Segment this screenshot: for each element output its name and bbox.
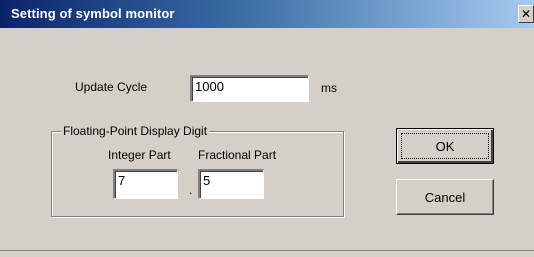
focus-rectangle [401, 133, 489, 159]
decimal-point-separator: . [189, 183, 193, 197]
fractional-part-input[interactable]: 5 [198, 169, 264, 199]
fractional-part-value: 5 [203, 173, 211, 188]
update-cycle-unit: ms [321, 81, 337, 95]
integer-part-label: Integer Part [108, 148, 171, 162]
display-digit-group-label: Floating-Point Display Digit [61, 124, 210, 138]
fractional-part-label: Fractional Part [198, 148, 277, 162]
update-cycle-value: 1000 [195, 79, 224, 94]
integer-part-input[interactable]: 7 [113, 169, 178, 199]
title-bar: Setting of symbol monitor ✕ [0, 0, 534, 28]
ok-button[interactable]: OK [396, 128, 494, 164]
cancel-button[interactable]: Cancel [396, 179, 494, 215]
window-title: Setting of symbol monitor [11, 6, 175, 21]
close-button[interactable]: ✕ [518, 5, 534, 23]
update-cycle-input[interactable]: 1000 [190, 75, 309, 102]
update-cycle-label: Update Cycle [75, 80, 148, 94]
integer-part-value: 7 [118, 173, 126, 188]
cancel-button-label: Cancel [424, 189, 466, 205]
close-icon: ✕ [520, 7, 532, 21]
